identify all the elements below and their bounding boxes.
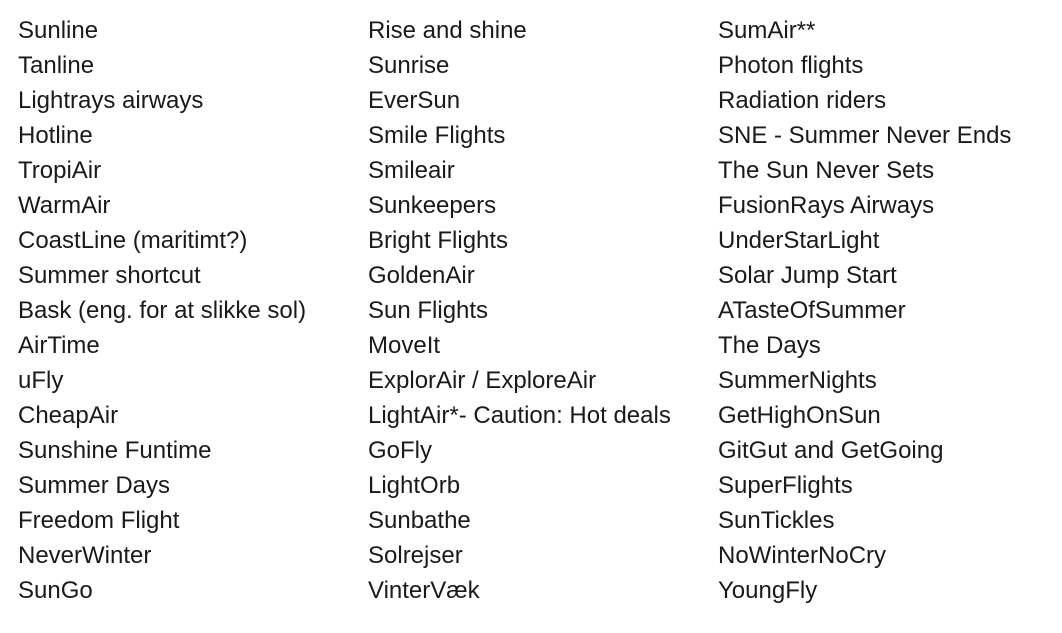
name-cell[interactable]: Radiation riders <box>718 83 1058 118</box>
name-cell[interactable]: SummerNights <box>718 363 1058 398</box>
name-cell[interactable]: Sunshine Funtime <box>18 433 368 468</box>
name-cell[interactable]: Solar Jump Start <box>718 258 1058 293</box>
name-cell[interactable]: SunGo <box>18 573 368 608</box>
name-cell[interactable]: Summer Days <box>18 468 368 503</box>
name-cell[interactable]: GoFly <box>368 433 718 468</box>
name-cell[interactable]: ExplorAir / ExploreAir <box>368 363 718 398</box>
name-cell[interactable]: Photon flights <box>718 48 1058 83</box>
name-cell[interactable]: TropiAir <box>18 153 368 188</box>
name-cell[interactable]: uFly <box>18 363 368 398</box>
name-cell[interactable]: CoastLine (maritimt?) <box>18 223 368 258</box>
name-cell[interactable]: Freedom Flight <box>18 503 368 538</box>
name-cell[interactable]: UnderStarLight <box>718 223 1058 258</box>
name-cell[interactable]: Sunkeepers <box>368 188 718 223</box>
name-cell[interactable]: SNE - Summer Never Ends <box>718 118 1058 153</box>
name-cell[interactable]: YoungFly <box>718 573 1058 608</box>
name-cell[interactable]: AirTime <box>18 328 368 363</box>
name-cell[interactable]: LightOrb <box>368 468 718 503</box>
airline-name-table: Sunline Tanline Lightrays airways Hotlin… <box>18 13 1058 608</box>
name-column-1: Sunline Tanline Lightrays airways Hotlin… <box>18 13 368 608</box>
name-cell[interactable]: SumAir** <box>718 13 1058 48</box>
name-cell[interactable]: Hotline <box>18 118 368 153</box>
name-cell[interactable]: The Days <box>718 328 1058 363</box>
name-cell[interactable]: Sunrise <box>368 48 718 83</box>
name-cell[interactable]: Solrejser <box>368 538 718 573</box>
name-cell[interactable]: NoWinterNoCry <box>718 538 1058 573</box>
name-cell[interactable]: Smile Flights <box>368 118 718 153</box>
name-cell[interactable]: SunTickles <box>718 503 1058 538</box>
name-column-2: Rise and shine Sunrise EverSun Smile Fli… <box>368 13 718 608</box>
name-cell[interactable]: NeverWinter <box>18 538 368 573</box>
name-cell[interactable]: Bask (eng. for at slikke sol) <box>18 293 368 328</box>
name-cell[interactable]: Sun Flights <box>368 293 718 328</box>
name-cell[interactable]: Sunline <box>18 13 368 48</box>
name-cell[interactable]: The Sun Never Sets <box>718 153 1058 188</box>
name-cell[interactable]: FusionRays Airways <box>718 188 1058 223</box>
name-cell[interactable]: SuperFlights <box>718 468 1058 503</box>
name-cell[interactable]: MoveIt <box>368 328 718 363</box>
name-cell[interactable]: Smileair <box>368 153 718 188</box>
name-cell[interactable]: CheapAir <box>18 398 368 433</box>
name-cell[interactable]: EverSun <box>368 83 718 118</box>
name-cell[interactable]: VinterVæk <box>368 573 718 608</box>
name-cell[interactable]: GitGut and GetGoing <box>718 433 1058 468</box>
name-cell[interactable]: ATasteOfSummer <box>718 293 1058 328</box>
name-cell[interactable]: Tanline <box>18 48 368 83</box>
name-column-3: SumAir** Photon flights Radiation riders… <box>718 13 1058 608</box>
name-cell[interactable]: LightAir*- Caution: Hot deals <box>368 398 718 433</box>
name-cell[interactable]: GetHighOnSun <box>718 398 1058 433</box>
name-cell[interactable]: Lightrays airways <box>18 83 368 118</box>
name-cell[interactable]: Bright Flights <box>368 223 718 258</box>
name-cell[interactable]: GoldenAir <box>368 258 718 293</box>
name-cell[interactable]: WarmAir <box>18 188 368 223</box>
name-cell[interactable]: Summer shortcut <box>18 258 368 293</box>
name-cell[interactable]: Sunbathe <box>368 503 718 538</box>
name-cell[interactable]: Rise and shine <box>368 13 718 48</box>
